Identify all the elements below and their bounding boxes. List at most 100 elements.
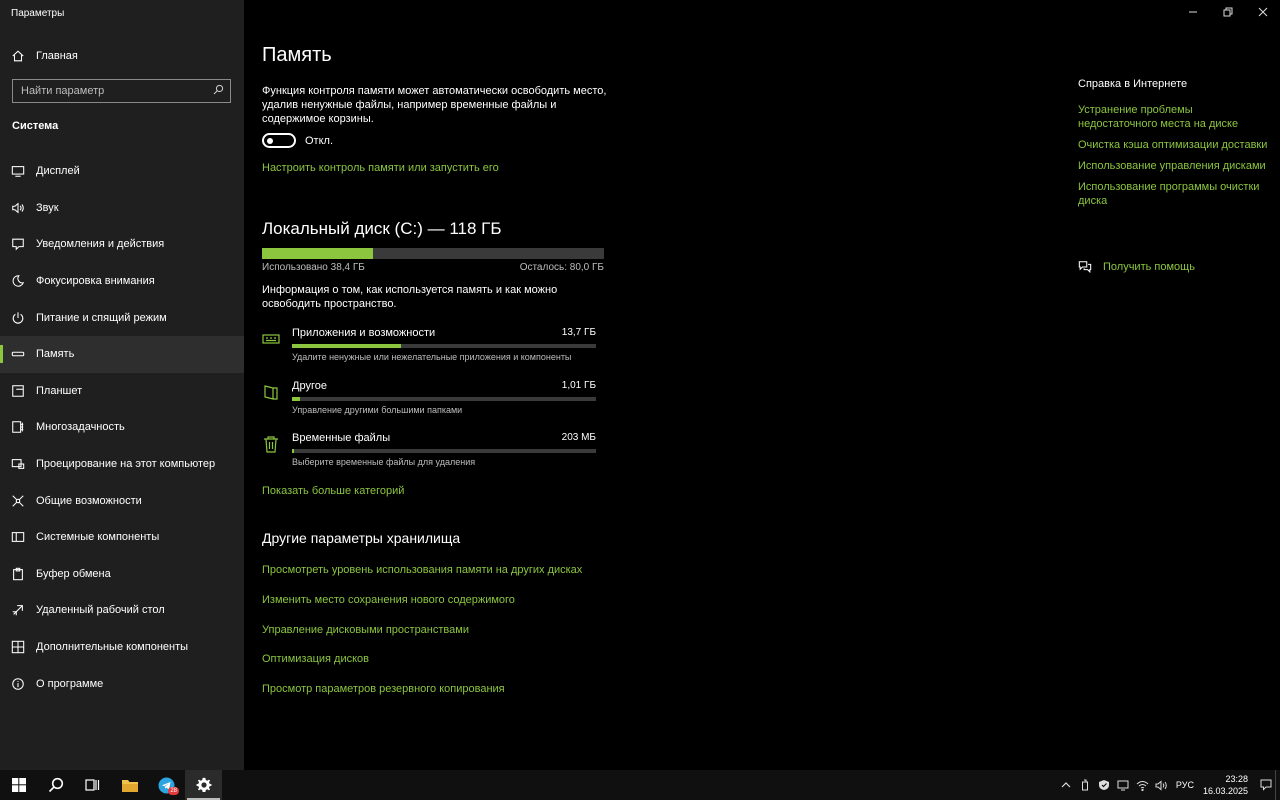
help-link[interactable]: Использование управления дисками — [1078, 159, 1268, 173]
sidebar-item-label: Дополнительные компоненты — [36, 641, 189, 654]
tablet-icon — [0, 384, 36, 398]
sidebar-item-focus[interactable]: Фокусировка внимания — [0, 263, 244, 300]
other-storage-link[interactable]: Управление дисковыми пространствами — [262, 624, 582, 654]
sidebar-item-share[interactable]: Общие возможности — [0, 482, 244, 519]
sidebar-item-power[interactable]: Питание и спящий режим — [0, 299, 244, 336]
sidebar-item-label: Питание и спящий режим — [36, 311, 167, 324]
sidebar-item-display[interactable]: Дисплей — [0, 153, 244, 190]
clipboard-icon — [0, 567, 36, 581]
category-bar-fill — [292, 397, 301, 401]
search-button[interactable] — [37, 770, 74, 800]
notification-center-button[interactable] — [1256, 779, 1275, 791]
disk-usage-bar — [262, 248, 604, 259]
gear-icon — [196, 777, 211, 792]
category-size: 1,01 ГБ — [561, 380, 596, 391]
sidebar-item-notifications[interactable]: Уведомления и действия — [0, 226, 244, 263]
remote-desktop-icon — [0, 603, 36, 617]
windows-icon — [11, 778, 26, 792]
defender-icon — [1099, 780, 1110, 790]
sidebar-item-label: Фокусировка внимания — [36, 275, 155, 288]
sidebar-item-label: Память — [36, 348, 75, 361]
extra-components-icon — [0, 640, 36, 654]
close-button[interactable] — [1245, 0, 1280, 24]
category-name: Другое — [292, 380, 327, 392]
category-size: 203 МБ — [561, 432, 596, 443]
category-size: 13,7 ГБ — [561, 327, 596, 338]
sidebar-home-label: Главная — [36, 50, 78, 62]
sidebar-item-storage[interactable]: Память — [0, 335, 244, 373]
other-storage-link[interactable]: Просмотреть уровень использования памяти… — [262, 564, 582, 594]
volume-icon — [1155, 779, 1167, 791]
clock[interactable]: 23:28 16.03.2025 — [1203, 773, 1248, 797]
sidebar-item-clipboard[interactable]: Буфер обмена — [0, 556, 244, 593]
search-icon — [48, 777, 63, 793]
show-desktop-button[interactable] — [1275, 770, 1280, 800]
sidebar-item-multitasking[interactable]: Многозадачность — [0, 409, 244, 446]
help-link[interactable]: Устранение проблемы недостаточного места… — [1078, 103, 1268, 131]
tray-meet[interactable] — [1114, 779, 1133, 791]
sidebar-item-sound[interactable]: Звук — [0, 190, 244, 227]
sidebar: Параметры Главная Система Дисплей Звук У… — [0, 0, 244, 770]
power-icon — [0, 311, 36, 325]
other-storage-links: Просмотреть уровень использования памяти… — [262, 564, 582, 713]
disk-free-label: Осталось: 80,0 ГБ — [519, 262, 604, 273]
telegram-button[interactable]: 28 — [148, 770, 185, 800]
info-icon — [0, 677, 36, 691]
get-help-label: Получить помощь — [1103, 261, 1195, 273]
help-title: Справка в Интернете — [1078, 78, 1188, 90]
category-temp-files[interactable]: Временные файлы 203 МБ Выберите временны… — [262, 432, 604, 476]
search-input[interactable] — [21, 85, 201, 97]
category-description: Выберите временные файлы для удаления — [292, 457, 476, 467]
configure-storage-sense-link[interactable]: Настроить контроль памяти или запустить … — [262, 162, 499, 174]
category-name: Приложения и возможности — [292, 327, 436, 339]
other-storage-link[interactable]: Оптимизация дисков — [262, 653, 582, 683]
page-title: Память — [262, 44, 332, 66]
other-storage-link[interactable]: Просмотр параметров резервного копирован… — [262, 683, 582, 713]
search-box[interactable] — [12, 79, 231, 103]
sidebar-item-label: Общие возможности — [36, 494, 142, 507]
category-other[interactable]: Другое 1,01 ГБ Управление другими больши… — [262, 380, 604, 424]
sidebar-item-label: Системные компоненты — [36, 531, 160, 544]
category-apps[interactable]: Приложения и возможности 13,7 ГБ Удалите… — [262, 327, 604, 371]
sidebar-item-label: Звук — [36, 201, 59, 214]
sidebar-item-extra-components[interactable]: Дополнительные компоненты — [0, 629, 244, 666]
share-icon — [0, 494, 36, 508]
sidebar-home[interactable]: Главная — [0, 44, 244, 68]
sidebar-item-tablet[interactable]: Планшет — [0, 373, 244, 410]
show-more-categories-link[interactable]: Показать больше категорий — [262, 485, 404, 497]
sidebar-item-project[interactable]: Проецирование на этот компьютер — [0, 446, 244, 483]
category-bar-fill — [292, 449, 295, 453]
category-description: Удалите ненужные или нежелательные прило… — [292, 352, 572, 362]
other-storage-link[interactable]: Изменить место сохранения нового содержи… — [262, 594, 582, 624]
start-button[interactable] — [0, 770, 37, 800]
tray-network[interactable] — [1133, 780, 1152, 791]
settings-taskbar-button[interactable] — [185, 770, 222, 800]
category-bar — [292, 449, 596, 453]
system-tray: РУС 23:28 16.03.2025 — [1057, 770, 1280, 800]
sidebar-item-label: Удаленный рабочий стол — [36, 604, 165, 617]
category-bar-fill — [292, 344, 402, 348]
restore-button[interactable] — [1210, 0, 1245, 24]
trash-icon — [262, 435, 280, 453]
category-bar — [292, 397, 596, 401]
sidebar-item-about[interactable]: О программе — [0, 665, 244, 702]
storage-sense-toggle[interactable] — [262, 133, 296, 148]
tray-security[interactable] — [1095, 779, 1114, 791]
sidebar-item-remote-desktop[interactable]: Удаленный рабочий стол — [0, 592, 244, 629]
keyboard-language[interactable]: РУС — [1176, 780, 1194, 790]
clock-date: 16.03.2025 — [1202, 786, 1248, 796]
task-view-button[interactable] — [74, 770, 111, 800]
search-icon[interactable] — [213, 82, 224, 100]
tray-overflow-chevron[interactable] — [1057, 781, 1076, 789]
help-link[interactable]: Использование программы очистки диска — [1078, 180, 1268, 208]
tray-volume[interactable] — [1152, 779, 1171, 791]
close-icon — [1258, 7, 1267, 17]
minimize-button[interactable] — [1175, 0, 1210, 24]
help-link[interactable]: Очистка кэша оптимизации доставки — [1078, 138, 1268, 152]
file-explorer-button[interactable] — [111, 770, 148, 800]
moon-icon — [0, 274, 36, 288]
tray-device[interactable] — [1076, 779, 1095, 791]
get-help-button[interactable]: Получить помощь — [1078, 260, 1195, 274]
folder-app-icon — [121, 779, 138, 792]
sidebar-item-components[interactable]: Системные компоненты — [0, 519, 244, 556]
